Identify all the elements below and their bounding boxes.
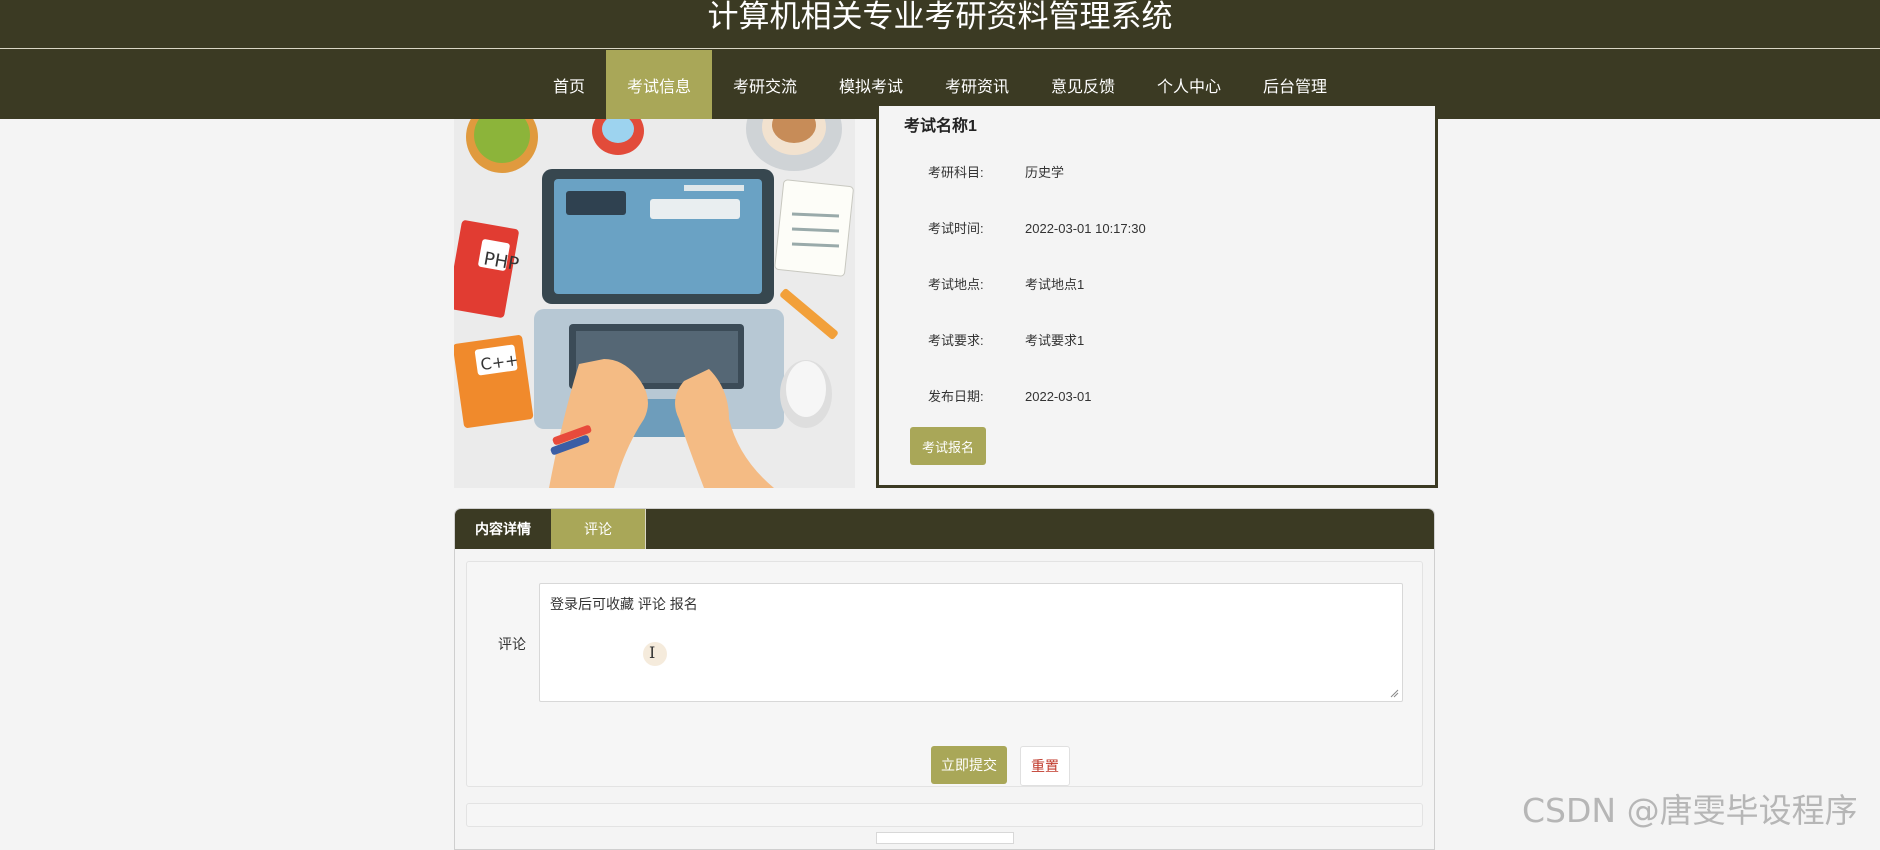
info-row-time: 考试时间: 2022-03-01 10:17:30 — [928, 218, 1146, 237]
detail-tabs: 内容详情 评论 评论 登录后可收藏 评论 报名 I 立即提交 重置 — [454, 508, 1435, 850]
info-label: 考试地点: — [928, 277, 984, 292]
info-row-location: 考试地点: 考试地点1 — [928, 274, 1084, 293]
comment-text: 登录后可收藏 评论 报名 — [550, 596, 698, 612]
info-value: 考试地点1 — [1025, 277, 1085, 292]
watermark: CSDN @唐雯毕设程序 — [1522, 791, 1858, 830]
exam-cover-image: PHP C++ — [454, 119, 855, 488]
pagination-box — [876, 832, 1014, 844]
info-label: 发布日期: — [928, 389, 984, 404]
info-row-publish-date: 发布日期: 2022-03-01 — [928, 386, 1092, 405]
info-row-subject: 考研科目: 历史学 — [928, 162, 1064, 181]
info-value: 历史学 — [1025, 165, 1065, 180]
tab-comment[interactable]: 评论 — [551, 509, 646, 549]
reset-button[interactable]: 重置 — [1020, 746, 1070, 786]
tab-bar: 内容详情 评论 — [455, 509, 1434, 549]
exam-info-panel: 考试名称1 考研科目: 历史学 考试时间: 2022-03-01 10:17:30 … — [876, 106, 1438, 488]
comment-textarea[interactable]: 登录后可收藏 评论 报名 I — [539, 583, 1403, 702]
comment-form: 评论 登录后可收藏 评论 报名 I 立即提交 重置 — [466, 561, 1423, 787]
info-label: 考试时间: — [928, 221, 984, 236]
site-title: 计算机相关专业考研资料管理系统 — [0, 0, 1880, 49]
comment-label: 评论 — [498, 636, 526, 652]
nav-item-home[interactable]: 首页 — [532, 50, 606, 119]
info-row-requirement: 考试要求: 考试要求1 — [928, 330, 1084, 349]
text-cursor-icon: I — [643, 642, 667, 666]
nav-item-exchange[interactable]: 考研交流 — [712, 50, 818, 119]
resize-grip-icon[interactable] — [1390, 689, 1399, 698]
info-value: 2022-03-01 10:17:30 — [1025, 221, 1146, 236]
info-value: 2022-03-01 — [1025, 389, 1092, 404]
nav-item-exam-info[interactable]: 考试信息 — [605, 50, 712, 119]
laptop-desk-illustration-icon: PHP C++ — [454, 119, 855, 488]
info-value: 考试要求1 — [1025, 333, 1085, 348]
exam-apply-button[interactable]: 考试报名 — [910, 427, 986, 465]
comment-list-card — [466, 803, 1423, 827]
info-label: 考试要求: — [928, 333, 984, 348]
info-label: 考研科目: — [928, 165, 984, 180]
submit-comment-button[interactable]: 立即提交 — [931, 746, 1007, 784]
exam-name: 考试名称1 — [904, 118, 977, 135]
site-header: 计算机相关专业考研资料管理系统 首页 考试信息 考研交流 模拟考试 考研资讯 意… — [0, 0, 1880, 119]
tab-content-detail[interactable]: 内容详情 — [455, 509, 551, 549]
